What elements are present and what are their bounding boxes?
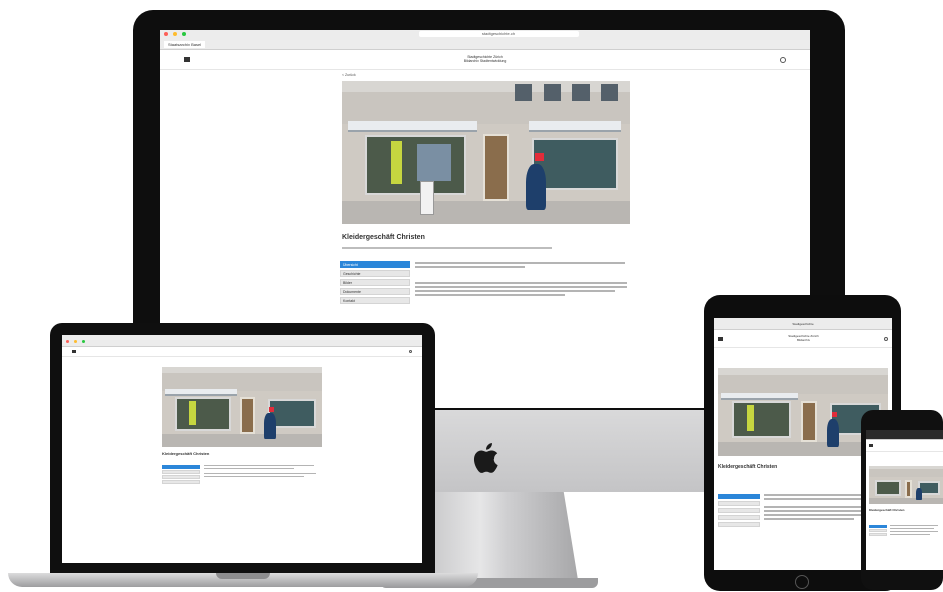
- hero-photo: [342, 81, 630, 224]
- apple-logo-icon: [473, 443, 498, 473]
- laptop-screen: Kleidergeschäft Christen: [62, 335, 422, 563]
- tablet-menu-item[interactable]: [718, 515, 760, 520]
- phone-site-header: [866, 440, 943, 452]
- laptop-browser-chrome: [62, 335, 422, 347]
- tablet-site-header: Stadtgeschichte Zürich Bildarchiv: [714, 330, 892, 348]
- laptop-menu-item[interactable]: [162, 480, 200, 484]
- laptop-notch: [216, 573, 270, 579]
- laptop-search-icon[interactable]: [409, 350, 412, 353]
- browser-titlebar: stadtgeschichte.ch: [160, 30, 810, 38]
- tablet-page-title: Kleidergeschäft Christen: [718, 464, 778, 470]
- phone-page-title: Kleidergeschäft Christen: [869, 508, 905, 512]
- menu-item-overview[interactable]: Übersicht: [340, 261, 410, 268]
- phone-hamburger-icon[interactable]: [869, 444, 873, 447]
- laptop-page-title: Kleidergeschäft Christen: [162, 451, 210, 456]
- body-text: [415, 262, 630, 298]
- laptop-minimize-icon[interactable]: [74, 339, 77, 343]
- search-icon[interactable]: [779, 56, 786, 63]
- tablet-search-icon[interactable]: [883, 336, 888, 341]
- laptop-hamburger-icon[interactable]: [72, 350, 76, 353]
- tablet-home-button: [795, 575, 809, 589]
- tablet-section-menu: [718, 494, 760, 529]
- laptop-section-menu: [162, 465, 200, 485]
- laptop-body-text: [204, 465, 322, 479]
- phone-menu-item[interactable]: [869, 529, 887, 532]
- laptop-close-icon[interactable]: [66, 339, 69, 343]
- phone-section-menu: [869, 525, 887, 537]
- tablet-menu-item[interactable]: [718, 501, 760, 506]
- tablet-brand-line2: Bildarchiv: [796, 337, 810, 342]
- page-title: Kleidergeschäft Christen: [342, 234, 425, 241]
- laptop-site-header: [62, 347, 422, 357]
- phone-body-text: [890, 525, 940, 537]
- phone-menu-item[interactable]: [869, 525, 887, 528]
- site-header: Stadtgeschichte Zürich Bildarchiv Stadte…: [160, 50, 810, 70]
- phone-screen: Kleidergeschäft Christen: [866, 430, 943, 570]
- section-menu: Übersicht Geschichte Bilder Dokumente Ko…: [340, 261, 410, 306]
- browser-chrome: stadtgeschichte.ch Staatsarchiv Basel: [160, 30, 810, 50]
- tablet-site-brand[interactable]: Stadtgeschichte Zürich Bildarchiv: [788, 334, 819, 342]
- phone-browser-chrome: [866, 430, 943, 440]
- tablet-tab[interactable]: Stadtgeschichte: [792, 322, 813, 326]
- page-subtitle: [342, 245, 562, 249]
- menu-item-images[interactable]: Bilder: [340, 279, 410, 286]
- tablet-menu-item[interactable]: [718, 522, 760, 527]
- laptop-hero-photo: [162, 367, 322, 447]
- menu-item-contact[interactable]: Kontakt: [340, 297, 410, 304]
- responsive-devices-mockup: stadtgeschichte.ch Staatsarchiv Basel St…: [0, 0, 943, 592]
- maximize-window-icon[interactable]: [182, 32, 186, 36]
- tab-bar: Staatsarchiv Basel: [160, 38, 810, 50]
- laptop-menu-item[interactable]: [162, 470, 200, 474]
- minimize-window-icon[interactable]: [173, 32, 177, 36]
- tablet-menu-item[interactable]: [718, 494, 760, 499]
- tab-active[interactable]: Staatsarchiv Basel: [164, 40, 206, 48]
- laptop-menu-item[interactable]: [162, 465, 200, 469]
- tablet-hamburger-icon[interactable]: [718, 336, 723, 341]
- phone-hero-photo: [869, 466, 943, 504]
- address-bar[interactable]: stadtgeschichte.ch: [418, 31, 579, 37]
- tablet-browser-chrome: Stadtgeschichte: [714, 318, 892, 330]
- tablet-menu-item[interactable]: [718, 508, 760, 513]
- hamburger-menu-icon[interactable]: [184, 57, 190, 62]
- site-brand-line2: Bildarchiv Stadtentwicklung: [463, 58, 507, 63]
- breadcrumb[interactable]: < Zurück: [342, 73, 356, 77]
- menu-item-history[interactable]: Geschichte: [340, 270, 410, 277]
- menu-item-documents[interactable]: Dokumente: [340, 288, 410, 295]
- laptop-maximize-icon[interactable]: [82, 339, 85, 343]
- laptop-menu-item[interactable]: [162, 475, 200, 479]
- site-brand[interactable]: Stadtgeschichte Zürich Bildarchiv Stadte…: [463, 55, 507, 64]
- close-window-icon[interactable]: [164, 32, 168, 36]
- phone-menu-item[interactable]: [869, 533, 887, 536]
